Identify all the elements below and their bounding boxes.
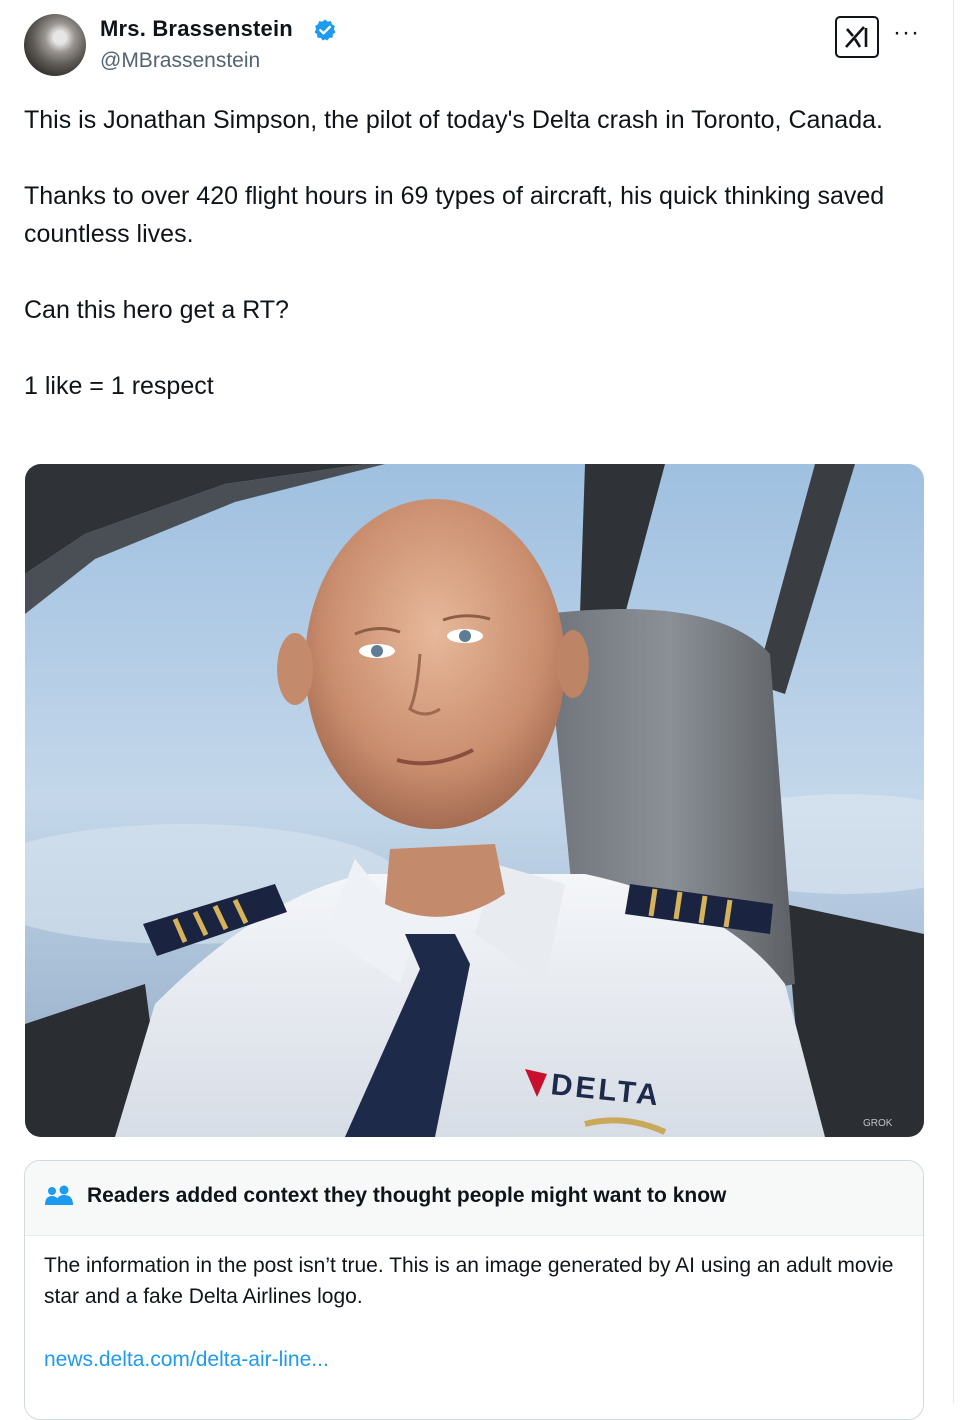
image-watermark: GROK (863, 1118, 893, 1129)
tweet-paragraph: Thanks to over 420 flight hours in 69 ty… (24, 182, 885, 248)
author-display-name[interactable]: Mrs. Brassenstein (100, 16, 293, 42)
grok-icon (845, 26, 868, 48)
author-handle[interactable]: @MBrassenstein (100, 49, 260, 73)
tweet-paragraph: This is Jonathan Simpson, the pilot of t… (24, 106, 883, 134)
community-note-body: The information in the post isn’t true. … (44, 1254, 894, 1308)
community-note: Readers added context they thought peopl… (24, 1160, 924, 1420)
pilot-photo: DELTA GROK (25, 464, 924, 1137)
community-note-title: Readers added context they thought peopl… (87, 1184, 727, 1207)
column-divider (953, 0, 954, 1403)
tweet-image[interactable]: DELTA GROK (25, 464, 924, 1137)
grok-button[interactable] (835, 16, 879, 58)
verified-badge-icon (314, 19, 336, 41)
tweet-paragraph: 1 like = 1 respect (24, 372, 214, 400)
more-options-button[interactable]: ··· (893, 19, 920, 47)
tweet-paragraph: Can this hero get a RT? (24, 296, 289, 324)
avatar[interactable] (24, 14, 86, 76)
community-note-source-link[interactable]: news.delta.com/delta-air-line... (44, 1348, 329, 1372)
community-note-header: Readers added context they thought peopl… (25, 1161, 923, 1236)
community-notes-icon (45, 1185, 73, 1205)
tweet-text: This is Jonathan Simpson, the pilot of t… (24, 101, 924, 405)
